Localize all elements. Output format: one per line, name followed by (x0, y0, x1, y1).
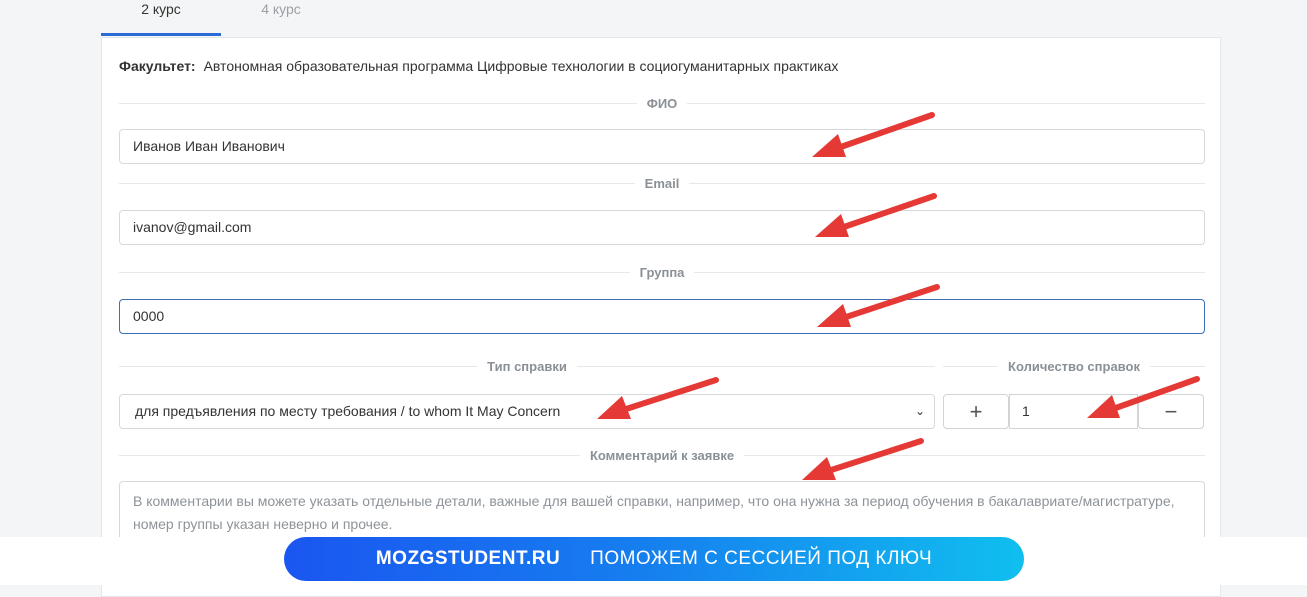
fio-legend-text: ФИО (646, 95, 678, 111)
application-form: Факультет: Автономная образовательная про… (101, 37, 1221, 597)
promo-slogan: ПОМОЖЕМ С СЕССИЕЙ ПОД КЛЮЧ (590, 548, 933, 569)
quantity-decrement-button[interactable]: − (1138, 394, 1204, 429)
tab-course-4[interactable]: 4 курс (221, 0, 341, 36)
faculty-row: Факультет: Автономная образовательная про… (119, 58, 838, 74)
fio-input[interactable]: Иванов Иван Иванович (119, 129, 1205, 164)
certificate-type-legend-text: Тип справки (487, 358, 567, 374)
fio-legend: ФИО (119, 95, 1205, 111)
minus-icon: − (1164, 399, 1178, 424)
email-legend-text: Email (644, 175, 680, 191)
tab-course-2[interactable]: 2 курс (101, 0, 221, 36)
quantity-input[interactable]: 1 (1009, 394, 1138, 429)
comment-legend: Комментарий к заявке (119, 447, 1205, 463)
comment-legend-text: Комментарий к заявке (589, 447, 735, 463)
faculty-label: Факультет: (119, 58, 196, 74)
plus-icon: + (969, 399, 983, 424)
chevron-down-icon: ⌄ (914, 404, 925, 418)
group-legend: Группа (119, 264, 1205, 280)
quantity-legend: Количество справок (943, 358, 1205, 374)
quantity-legend-text: Количество справок (1008, 358, 1140, 374)
email-input[interactable]: ivanov@gmail.com (119, 210, 1205, 245)
faculty-value: Автономная образовательная программа Циф… (203, 58, 839, 74)
promo-banner: MOZGSTUDENT.RU ПОМОЖЕМ С СЕССИЕЙ ПОД КЛЮ… (0, 537, 1307, 585)
email-legend: Email (119, 175, 1205, 191)
certificate-type-select[interactable]: для предъявления по месту требования / t… (119, 394, 935, 429)
quantity-increment-button[interactable]: + (943, 394, 1009, 429)
promo-brand: MOZGSTUDENT.RU (375, 548, 561, 569)
group-input[interactable]: 0000 (119, 299, 1205, 334)
certificate-type-legend: Тип справки (119, 358, 935, 374)
course-tabs: 2 курс 4 курс (101, 0, 341, 36)
certificate-type-selected: для предъявления по месту требования / t… (135, 403, 561, 419)
promo-link[interactable]: MOZGSTUDENT.RU ПОМОЖЕМ С СЕССИЕЙ ПОД КЛЮ… (284, 537, 1024, 581)
group-legend-text: Группа (639, 264, 685, 280)
